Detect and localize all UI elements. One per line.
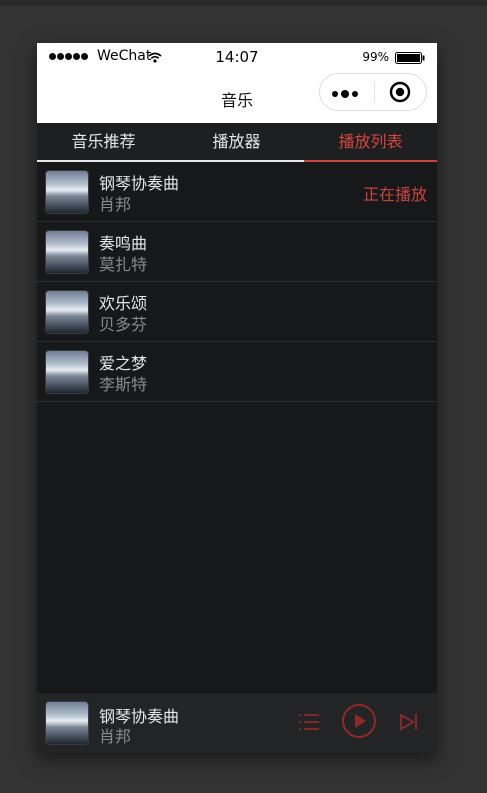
phone-frame: WeChat 14:07 99% 音乐 音乐推荐 播放器 播放列表 钢琴协奏曲 … <box>37 43 437 753</box>
song-artist: 莫扎特 <box>99 255 148 274</box>
close-icon[interactable] <box>389 81 411 107</box>
now-playing-label: 正在播放 <box>362 185 427 204</box>
playlist-item[interactable]: 爱之梦 李斯特 <box>37 342 437 402</box>
more-icon[interactable] <box>332 90 358 98</box>
battery-icon <box>395 52 425 68</box>
song-artist: 肖邦 <box>99 195 132 214</box>
tab-bar: 音乐推荐 播放器 播放列表 <box>37 123 437 162</box>
tab-playlist[interactable]: 播放列表 <box>304 123 437 160</box>
play-icon[interactable] <box>341 703 377 743</box>
status-bar: WeChat 14:07 99% <box>37 43 437 71</box>
album-cover <box>45 350 89 394</box>
song-artist: 李斯特 <box>99 375 148 394</box>
capsule-divider <box>374 82 375 102</box>
playlist-item[interactable]: 欢乐颂 贝多芬 <box>37 282 437 342</box>
tab-player[interactable]: 播放器 <box>170 123 303 160</box>
song-artist: 贝多芬 <box>99 315 148 334</box>
album-cover <box>45 290 89 334</box>
player-album-cover[interactable] <box>45 701 89 745</box>
navigation-bar: 音乐 <box>37 71 437 123</box>
playlist-item[interactable]: 奏鸣曲 莫扎特 <box>37 222 437 282</box>
battery-percentage: 99% <box>362 50 389 64</box>
tab-recommendations[interactable]: 音乐推荐 <box>37 123 170 160</box>
window-top-strip <box>0 0 487 6</box>
mini-program-capsule <box>319 73 427 111</box>
album-cover <box>45 170 89 214</box>
album-cover <box>45 230 89 274</box>
mini-player: 钢琴协奏曲 肖邦 <box>37 693 437 753</box>
player-song-artist: 肖邦 <box>99 727 132 746</box>
playlist-icon[interactable] <box>298 712 320 736</box>
playlist: 钢琴协奏曲 肖邦 正在播放 奏鸣曲 莫扎特 欢乐颂 贝多芬 爱之梦 李斯特 <box>37 162 437 402</box>
next-icon[interactable] <box>399 712 419 736</box>
playlist-item[interactable]: 钢琴协奏曲 肖邦 正在播放 <box>37 162 437 222</box>
